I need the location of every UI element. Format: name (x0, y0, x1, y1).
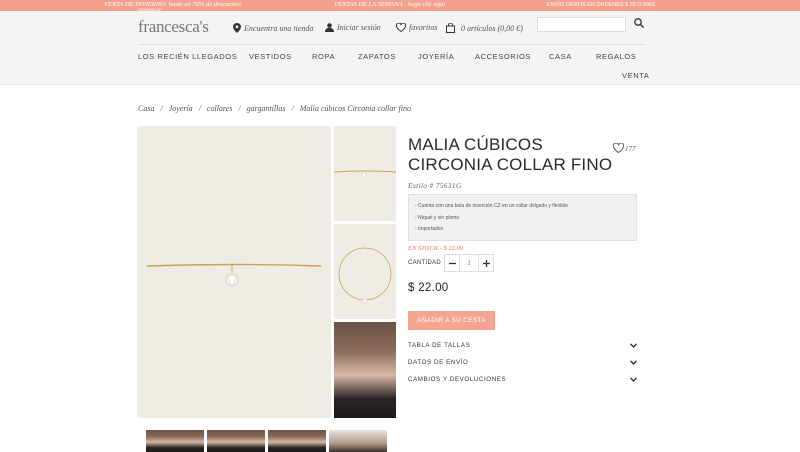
breadcrumb: Casa / Joyería / collares / gargantillas / Malia… (138, 104, 411, 113)
necklace-image (146, 263, 322, 287)
breadcrumb-necklaces[interactable]: collares (207, 104, 232, 113)
quantity-input[interactable]: 1 (459, 255, 479, 271)
related-thumb-1[interactable] (146, 430, 204, 452)
quantity-stepper: 1 (444, 254, 494, 272)
stock-status: EN STOCK - $ 22.00 (408, 245, 463, 252)
add-to-cart-button[interactable]: AÑADIR A SU CESTA (408, 311, 495, 330)
heart-icon (396, 23, 406, 32)
necklace-closeup-image (333, 170, 397, 178)
nav-jewelry[interactable]: JOYERÍA (418, 52, 454, 61)
search-input[interactable] (537, 17, 626, 32)
description-item: - Cuenta con una bola de inserción CZ en… (415, 203, 568, 209)
nav-accessories[interactable]: ACCESORIOS (475, 52, 531, 61)
accordion-size-chart[interactable]: TABLA DE TALLAS (408, 342, 637, 354)
favorite-count: 177 (625, 145, 636, 153)
nav-dresses[interactable]: VESTIDOS (249, 52, 292, 61)
location-pin-icon (233, 23, 241, 33)
nav-clothing[interactable]: ROPA (312, 52, 335, 61)
breadcrumb-home[interactable]: Casa (138, 104, 154, 113)
description-item: - Níquel y sin plomo (415, 214, 460, 221)
chevron-down-icon (630, 343, 637, 348)
promo-free-shipping: ENVÍO GRATIS EN ÓRDENES $ 50 O MÁS (547, 1, 656, 8)
search-icon[interactable] (634, 18, 644, 28)
favorites-label: favoritos (409, 23, 438, 32)
nav-sale[interactable]: VENTA (622, 71, 649, 80)
store-locator-link[interactable]: Encuentra una tienda (233, 23, 313, 33)
product-title: MALIA CÚBICOS CIRCONIA COLLAR FINO (408, 135, 613, 174)
thumbnail-flatlay[interactable] (334, 224, 396, 319)
nav-home[interactable]: CASA (549, 52, 572, 61)
chevron-down-icon (630, 377, 637, 382)
product-price: $ 22.00 (408, 282, 449, 294)
accordion-label: DATOS DE ENVÍO (408, 359, 469, 366)
breadcrumb-current: Malia cúbicos Circonia collar fino (299, 104, 411, 113)
quantity-decrease-button[interactable] (445, 255, 459, 271)
store-locator-label: Encuentra una tienda (244, 23, 314, 33)
plus-icon (482, 259, 490, 267)
shopping-bag-icon (446, 23, 455, 33)
site-header: francesca's Encuentra una tienda Iniciar… (0, 11, 800, 85)
cart-label: 0 artículos (0,00 €) (461, 23, 523, 33)
thumbnail-model[interactable] (334, 322, 396, 418)
favorite-button[interactable]: 177 (613, 143, 636, 153)
nav-shoes[interactable]: ZAPATOS (358, 52, 396, 61)
nav-new-arrivals[interactable]: LOS RECIÉN LLEGADOS (138, 52, 237, 61)
accordion-shipping[interactable]: DATOS DE ENVÍO (408, 359, 637, 371)
chevron-down-icon (630, 360, 637, 365)
favorites-link[interactable]: favoritos (396, 23, 437, 32)
minus-icon (448, 262, 456, 264)
nav-gifts[interactable]: REGALOS (596, 52, 636, 61)
cart-link[interactable]: 0 artículos (0,00 €) (446, 23, 523, 33)
breadcrumb-chokers[interactable]: gargantillas (247, 104, 286, 113)
related-thumb-4[interactable] (329, 430, 387, 452)
accordion-returns[interactable]: CAMBIOS Y DEVOLUCIONES (408, 376, 637, 388)
header-divider (138, 44, 646, 45)
promo-bar: VENTA DE INVIERNO: hasta un 70% de descu… (0, 0, 800, 12)
main-product-image[interactable] (137, 126, 331, 418)
site-logo[interactable]: francesca's (138, 17, 209, 37)
necklace-flatlay-image (338, 247, 392, 304)
user-icon (325, 23, 334, 32)
related-thumb-3[interactable] (268, 430, 326, 452)
promo-weekly-sales[interactable]: VENTAS DE LA SEMANA - haga clic aquí (334, 1, 445, 8)
quantity-increase-button[interactable] (479, 255, 493, 271)
style-number: Estilo # 75631G (408, 181, 462, 190)
accordion-label: TABLA DE TALLAS (408, 342, 471, 349)
promo-winter-sale[interactable]: VENTA DE INVIERNO: hasta un 70% de descu… (104, 1, 242, 8)
login-link[interactable]: Iniciar sesión (325, 23, 381, 32)
accordion-label: CAMBIOS Y DEVOLUCIONES (408, 376, 507, 383)
quantity-label: CANTIDAD (408, 260, 442, 266)
thumbnail-closeup[interactable] (333, 126, 397, 221)
heart-icon (613, 143, 624, 153)
product-description: - Cuenta con una bola de inserción CZ en… (408, 194, 637, 241)
breadcrumb-jewelry[interactable]: Joyería (169, 104, 193, 113)
related-thumb-2[interactable] (207, 430, 265, 452)
description-item: - Importados (415, 226, 444, 232)
login-label: Iniciar sesión (337, 23, 381, 32)
